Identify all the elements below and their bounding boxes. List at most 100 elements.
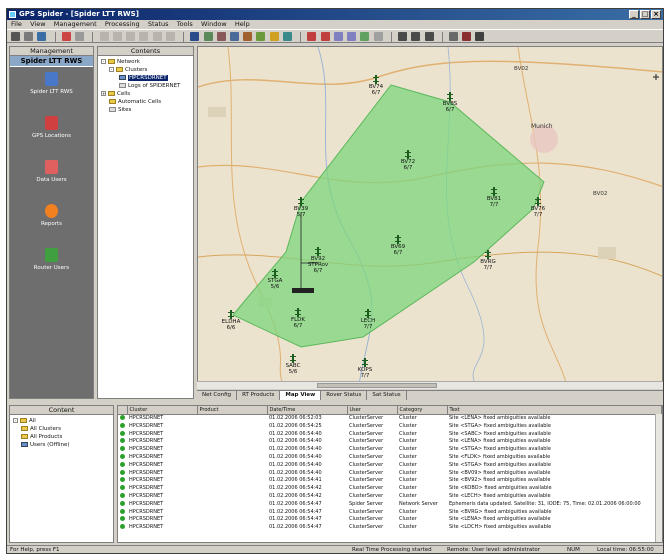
stop-icon[interactable]	[61, 32, 71, 41]
refresh-icon[interactable]	[152, 32, 162, 41]
column-header-user[interactable]: User	[347, 406, 398, 415]
signal-icon[interactable]	[282, 32, 292, 41]
management-item-gps-locations[interactable]: GPS Locations	[10, 111, 93, 155]
tab-net-config[interactable]: Net Config	[197, 391, 238, 400]
table-row[interactable]: HPCRSDRNET 01.02.2006 06:54:40 ClusterServ…	[118, 453, 662, 462]
collapse-icon[interactable]: -	[101, 59, 106, 64]
map-icon[interactable]	[256, 32, 266, 41]
tree-item-sites[interactable]: Sites	[101, 106, 190, 114]
filter-item-products[interactable]: All Products	[13, 433, 110, 441]
station-eldha[interactable]: ELDHA 6/6	[216, 310, 246, 331]
tree-item-network[interactable]: - Network	[101, 58, 190, 66]
scrollbar-thumb[interactable]	[317, 383, 437, 388]
maximize-button[interactable]: □	[640, 10, 650, 19]
management-item-server[interactable]: Spider LTT RWS	[10, 67, 93, 111]
table-row[interactable]: HPCRSDRNET 01.02.2006 06:54:40 ClusterServ…	[118, 446, 662, 454]
management-item-router-users[interactable]: Router Users	[10, 243, 93, 287]
preview-icon[interactable]	[24, 32, 34, 41]
network-icon[interactable]	[203, 32, 213, 41]
zoom-out-icon[interactable]	[411, 32, 421, 41]
tab-map-view[interactable]: Map View	[280, 391, 322, 400]
table-row[interactable]: HPCRSDRNET 01.02.2006 06:54:41 ClusterServ…	[118, 477, 662, 485]
table-row[interactable]: HPCRSDRNET 01.02.2006 06:54:40 ClusterServ…	[118, 430, 662, 439]
table-row[interactable]: HPCRSDRNET 01.02.2006 06:54:40 ClusterServ…	[118, 461, 662, 470]
map-horizontal-scrollbar[interactable]	[197, 381, 663, 389]
column-header-datetime[interactable]: Date/Time	[267, 406, 348, 415]
table-row[interactable]: HPCRSDRNET 01.02.2006 06:54:40 ClusterServ…	[118, 469, 662, 478]
tab-sat-status[interactable]: Sat Status	[367, 391, 407, 400]
pointer-icon[interactable]	[448, 32, 458, 41]
zoom-in-icon[interactable]	[398, 32, 408, 41]
satellite-icon[interactable]	[229, 32, 239, 41]
tree-item-cluster[interactable]: HPCRSDRNET	[101, 74, 190, 82]
table-row[interactable]: HPCRSDRNET 01.02.2006 06:54:47 ClusterServ…	[118, 516, 662, 524]
station-kops[interactable]: KOPS 7/7	[350, 358, 380, 379]
table-row[interactable]: HPCRSDRNET 01.02.2006 06:54:25 ClusterServ…	[118, 422, 662, 431]
table-row[interactable]: HPCRSDRNET 01.02.2006 06:54:47 ClusterServ…	[118, 524, 662, 532]
log-vertical-scrollbar[interactable]	[655, 414, 662, 542]
menu-help[interactable]: Help	[235, 20, 250, 29]
close-button[interactable]: ×	[651, 10, 661, 19]
menu-window[interactable]: Window	[201, 20, 227, 29]
station-fldk[interactable]: FLDK 6/7	[283, 308, 313, 329]
column-header-cluster[interactable]: Cluster	[127, 406, 198, 415]
print-icon[interactable]	[11, 32, 20, 41]
table-row[interactable]: HPCRSDRNET 01.02.2006 06:54:47 ClusterServ…	[118, 508, 662, 517]
station-bv76[interactable]: BV76 7/7	[523, 197, 553, 218]
antenna-icon[interactable]	[216, 32, 226, 41]
station-lech[interactable]: LECH 7/7	[353, 309, 383, 330]
station-bv81[interactable]: BV81 7/7	[479, 187, 509, 208]
filter-item-users[interactable]: Users (Offline)	[13, 441, 110, 449]
column-header-text[interactable]: Text	[447, 406, 662, 415]
tree-item-cells[interactable]: + Cells	[101, 90, 190, 98]
table-row[interactable]: HPCRSDRNET 01.02.2006 06:52:03 ClusterServ…	[118, 415, 662, 423]
warning-icon[interactable]	[269, 32, 279, 41]
grid-icon[interactable]	[75, 32, 85, 41]
options-icon[interactable]	[373, 32, 383, 41]
menu-tools[interactable]: Tools	[177, 20, 193, 29]
rover-icon[interactable]	[243, 32, 253, 41]
station-bv39[interactable]: BV39 5/7	[286, 197, 316, 218]
calculator-icon[interactable]	[462, 32, 472, 41]
column-header-product[interactable]: Product	[197, 406, 268, 415]
minimize-button[interactable]: _	[629, 10, 639, 19]
arrow-left-icon[interactable]	[99, 32, 109, 41]
collapse-icon[interactable]: -	[109, 67, 114, 72]
tab-rover-status[interactable]: Rover Status	[321, 391, 368, 400]
station-bv74[interactable]: BV74 6/7	[361, 75, 391, 96]
menu-view[interactable]: View	[30, 20, 45, 29]
menu-file[interactable]: File	[11, 20, 22, 29]
arrow-down-icon[interactable]	[139, 32, 149, 41]
arrow-right-icon[interactable]	[112, 32, 122, 41]
menu-status[interactable]: Status	[148, 20, 169, 29]
menu-processing[interactable]: Processing	[105, 20, 140, 29]
filter-item-all[interactable]: - All	[13, 417, 110, 425]
management-item-data-users[interactable]: Data Users	[10, 155, 93, 199]
help-icon[interactable]	[475, 32, 485, 41]
management-item-reports[interactable]: Reports	[10, 199, 93, 243]
expand-icon[interactable]: +	[101, 91, 106, 96]
save-icon[interactable]	[37, 32, 47, 41]
station-bv72[interactable]: BV72 6/7	[393, 150, 423, 171]
table-row[interactable]: HPCRSDRNET 01.02.2006 06:54:42 ClusterServ…	[118, 485, 662, 493]
station-stga[interactable]: STGA 5/6	[260, 269, 290, 290]
pause-icon[interactable]	[333, 32, 343, 41]
monitor-icon[interactable]	[190, 32, 200, 41]
collapse-icon[interactable]: -	[13, 418, 18, 423]
filter-item-clusters[interactable]: All Clusters	[13, 425, 110, 433]
station-bv92[interactable]: BV92 STPRov 6/7	[303, 247, 333, 274]
station-sabc[interactable]: SABC 5/6	[278, 354, 308, 375]
tree-item-automatic-cells[interactable]: Automatic Cells	[101, 98, 190, 106]
table-row[interactable]: HPCRSDRNET 01.02.2006 06:54:40 ClusterServ…	[118, 438, 662, 446]
station-bvrg[interactable]: BVRG 7/7	[473, 250, 503, 271]
map-view[interactable]: BV02 Munich BV02 BV74 6/7 BVBS 6/7 BV72 6/7…	[197, 46, 663, 389]
zoom-fit-icon[interactable]	[424, 32, 434, 41]
arrow-up-icon[interactable]	[126, 32, 136, 41]
tree-item-clusters[interactable]: - Clusters	[101, 66, 190, 74]
table-row[interactable]: HPCRSDRNET 01.02.2006 06:54:47 Spider Serv…	[118, 500, 662, 509]
record-icon[interactable]	[307, 32, 317, 41]
sync-icon[interactable]	[360, 32, 370, 41]
tab-rt-products[interactable]: RT Products	[237, 391, 281, 400]
tree-item-logs[interactable]: Logs of SPIDERNET	[101, 82, 190, 90]
step-icon[interactable]	[347, 32, 357, 41]
